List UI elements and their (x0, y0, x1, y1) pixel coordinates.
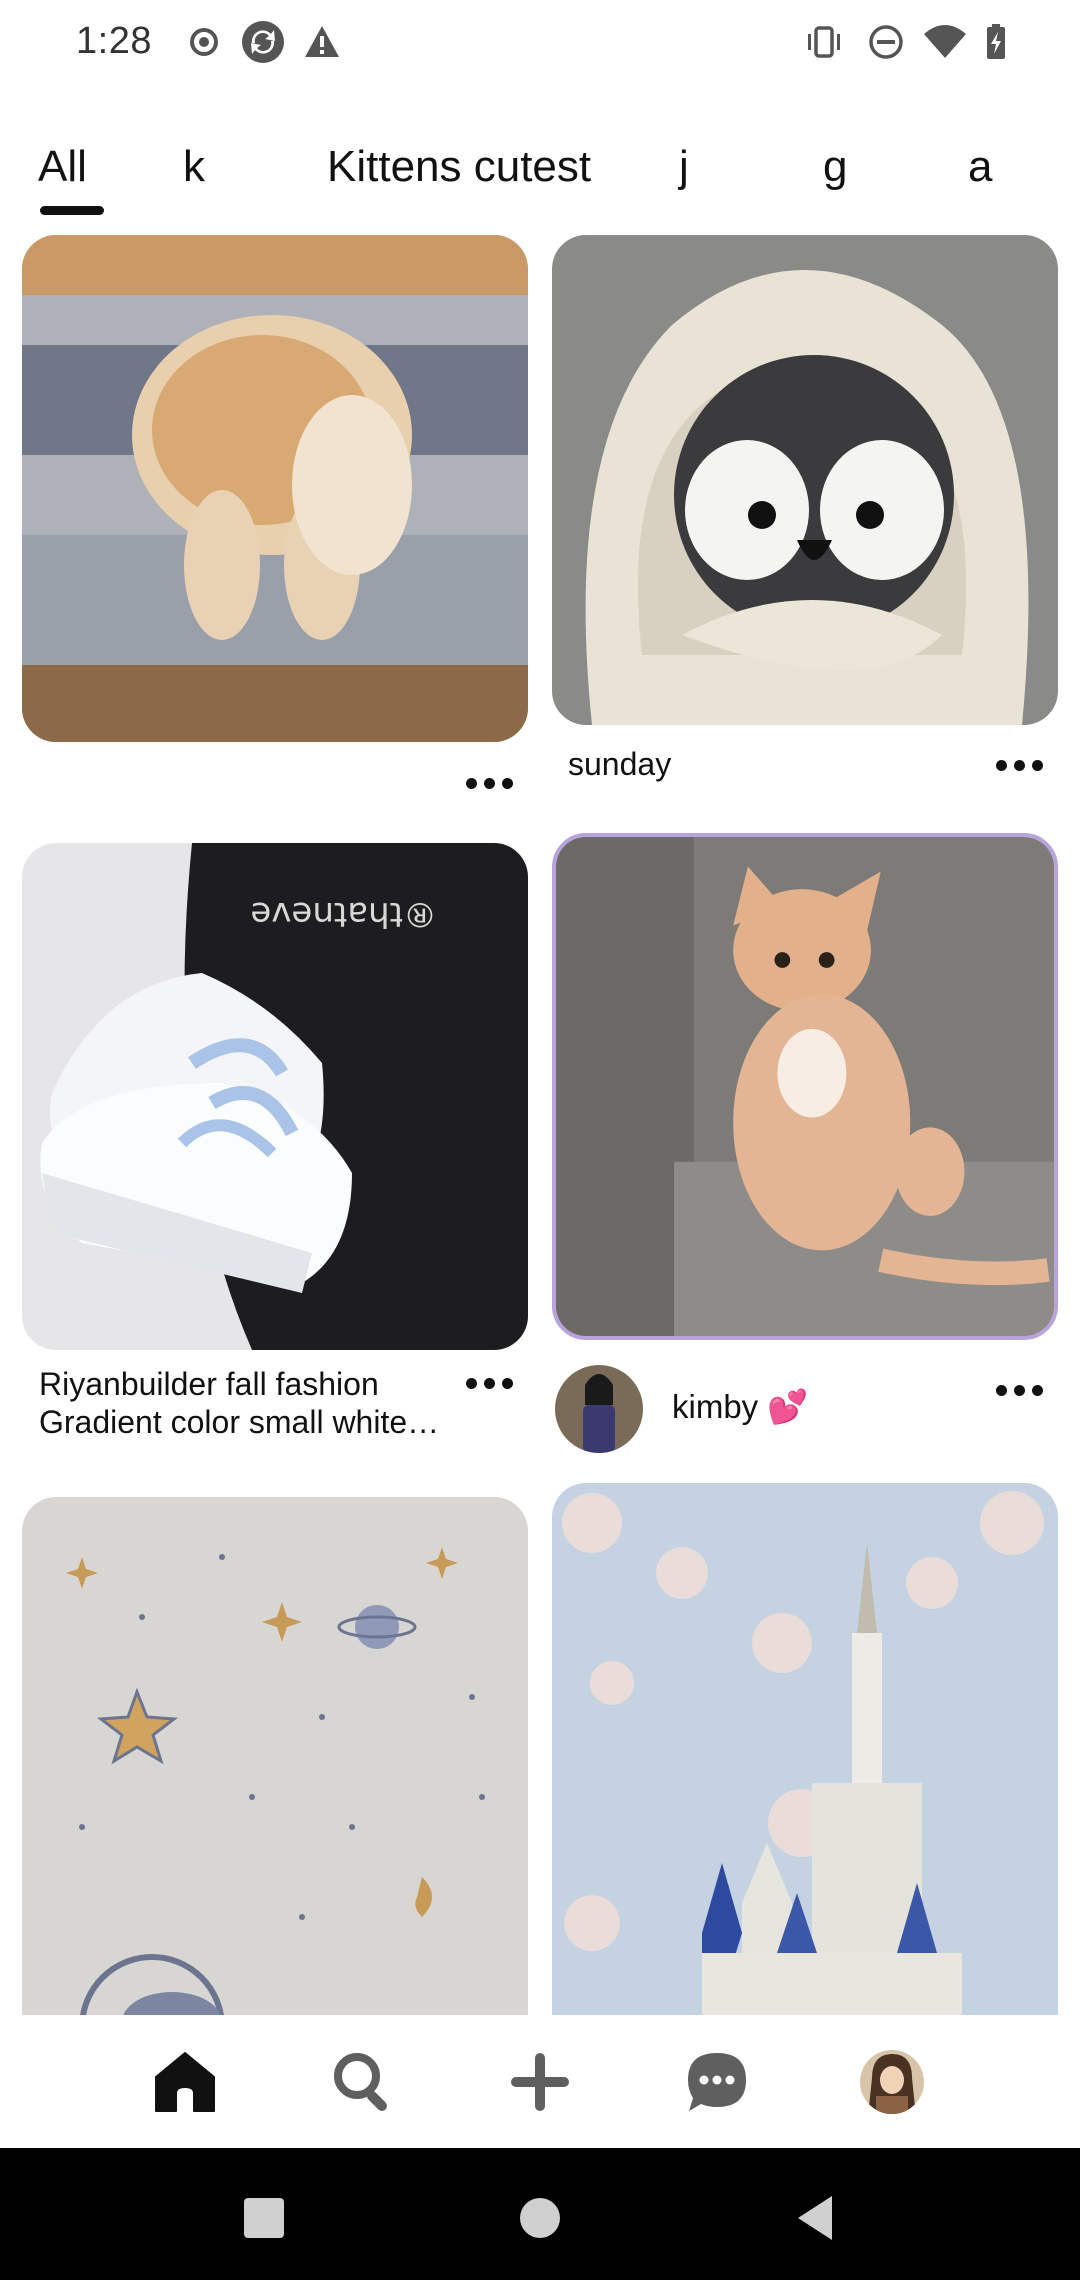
pin-image-kitten[interactable] (22, 235, 528, 742)
battery-charging-icon (987, 24, 1005, 59)
nav-create[interactable] (495, 2037, 585, 2127)
pin-options-button[interactable] (990, 750, 1050, 780)
sync-icon (242, 21, 284, 63)
creator-avatar[interactable] (555, 1365, 643, 1453)
pin-image-penguin[interactable] (552, 235, 1058, 725)
vibrate-icon (808, 26, 840, 58)
pin-sneakers: ®thatneve Riyanbuilder fall fashion Grad… (0, 840, 540, 1480)
do-not-disturb-icon (869, 25, 903, 59)
selected-tab-indicator (40, 206, 104, 215)
penguin-image (552, 235, 1058, 725)
pin-feed[interactable]: sunday ®thatneve Riyanbuilder fall fashi… (0, 230, 1080, 2015)
creator-avatar-image (555, 1365, 643, 1453)
tab-g[interactable]: g (823, 142, 847, 192)
status-bar: 1:28 (0, 0, 1080, 86)
record-icon (190, 28, 218, 56)
profile-avatar (860, 2050, 924, 2114)
messages-icon (688, 2053, 746, 2111)
tab-a[interactable]: a (968, 142, 992, 192)
pin-image-stars[interactable] (22, 1497, 528, 2015)
nav-search[interactable] (318, 2037, 408, 2127)
svg-text:®thatneve: ®thatneve (250, 894, 437, 934)
recents-button[interactable] (234, 2188, 294, 2248)
kitten-image (556, 837, 1054, 1336)
nav-messages[interactable] (672, 2037, 762, 2127)
wifi-icon (924, 25, 966, 58)
nav-profile[interactable] (847, 2037, 937, 2127)
stars-image (22, 1497, 528, 2015)
pin-options-button[interactable] (460, 768, 520, 798)
home-icon (155, 2052, 215, 2112)
back-button[interactable] (786, 2188, 846, 2248)
nav-home[interactable] (140, 2037, 230, 2127)
sneakers-image: ®thatneve (22, 843, 528, 1350)
pin-title-line1: Riyanbuilder fall fashion (39, 1366, 379, 1402)
pin-title-line2: Gradient color small white… (39, 1404, 440, 1440)
pin-image-sneakers[interactable]: ®thatneve (22, 843, 528, 1350)
bottom-navigation (0, 2015, 1080, 2148)
warning-icon (305, 26, 339, 57)
search-icon (334, 2053, 387, 2111)
pin-image-castle[interactable] (552, 1483, 1058, 2015)
pin-penguin-blanket: sunday (540, 230, 1080, 790)
tab-k[interactable]: k (183, 142, 205, 192)
pin-options-button[interactable] (990, 1375, 1050, 1405)
pin-castle-blossoms (540, 1480, 1080, 2015)
system-navigation-bar (0, 2148, 1080, 2280)
pin-ginger-kitten: kimby 💕 (540, 825, 1080, 1475)
create-icon (511, 2053, 569, 2111)
tab-j[interactable]: j (679, 142, 689, 192)
tab-kittens-cutest[interactable]: Kittens cutest (327, 142, 591, 192)
home-button[interactable] (510, 2188, 570, 2248)
pin-caption: sunday (568, 746, 672, 782)
pin-image-ginger-kitten[interactable] (552, 833, 1058, 1340)
board-tabs: All k Kittens cutest j g a (0, 130, 1080, 220)
creator-name[interactable]: kimby 💕 (672, 1388, 808, 1427)
tab-all[interactable]: All (38, 142, 87, 192)
pin-kitten-litter (0, 230, 540, 810)
kitten-image (22, 235, 528, 742)
pin-options-button[interactable] (460, 1368, 520, 1398)
status-time: 1:28 (76, 20, 152, 62)
castle-image (552, 1483, 1058, 2015)
pin-stars-wallpaper (0, 1495, 540, 2015)
